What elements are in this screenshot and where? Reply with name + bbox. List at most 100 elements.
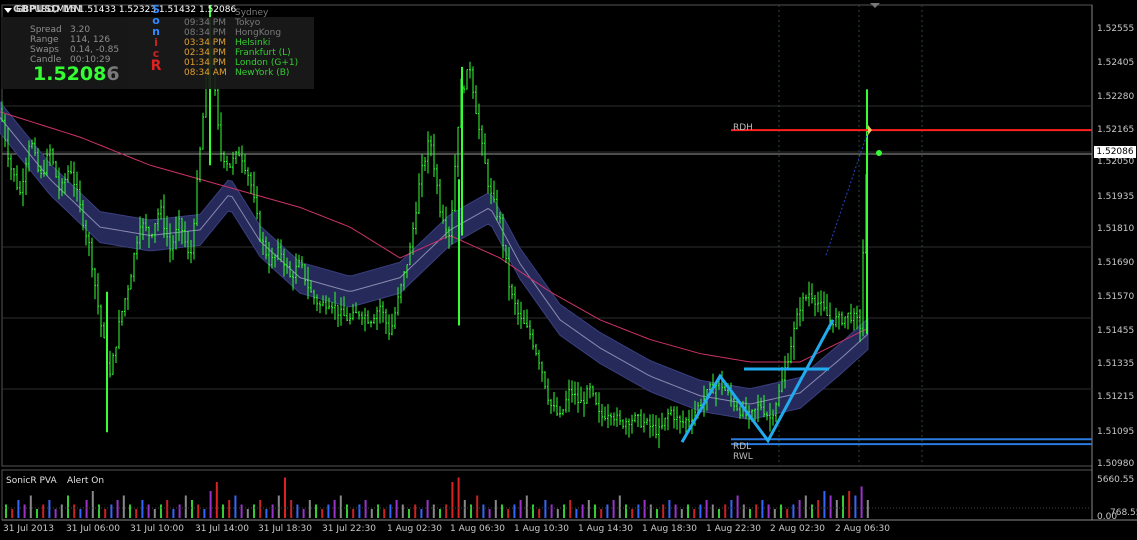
time-tick-label: 31 Jul 22:30	[322, 524, 376, 534]
volume-bar	[166, 500, 169, 518]
big-price-last-digit: 6	[106, 63, 120, 85]
session-name: Frankfurt (L)	[235, 48, 291, 58]
rwl-label: RWL	[733, 452, 753, 462]
volume-bar	[426, 500, 429, 518]
volume-bar	[42, 504, 45, 518]
volume-bar	[848, 491, 851, 518]
volume-bar	[203, 509, 206, 518]
session-name: Helsinki	[235, 38, 271, 48]
menu-arrow-icon[interactable]	[4, 8, 12, 13]
volume-bar	[141, 500, 144, 518]
volume-bar	[389, 504, 392, 518]
volume-bar	[581, 504, 584, 518]
volume-bar	[829, 495, 832, 518]
volume-bar	[749, 509, 751, 518]
volume-bar	[17, 500, 20, 518]
volume-bar	[29, 495, 32, 518]
volume-bar	[191, 500, 193, 518]
volume-bar	[600, 509, 603, 518]
volume-bar	[184, 495, 187, 518]
time-tick-label: 2 Aug 02:30	[770, 524, 825, 534]
volume-bar	[172, 509, 175, 518]
volume-bar	[116, 500, 119, 518]
volume-bar	[5, 504, 7, 518]
price-tick-label: 1.51570	[1097, 292, 1135, 302]
price-tick-label: 1.52280	[1097, 92, 1135, 102]
volume-bar	[736, 495, 739, 518]
volume-bar	[54, 509, 57, 518]
volume-bar	[631, 509, 634, 518]
indicator-name: SonicR PVA	[6, 476, 57, 486]
volume-bar	[575, 509, 578, 518]
volume-bar	[160, 504, 162, 518]
session-time: 09:34 PM	[184, 18, 226, 28]
session-name: HongKong	[235, 28, 282, 38]
session-name: Tokyo	[235, 18, 261, 28]
volume-bar	[780, 504, 782, 518]
volume-bar	[408, 509, 410, 518]
session-name: Sydney	[235, 8, 269, 18]
time-tick-label: 1 Aug 02:30	[387, 524, 442, 534]
volume-bar	[687, 504, 689, 518]
price-tick-label: 1.51455	[1097, 326, 1135, 336]
volume-bar	[866, 500, 869, 518]
volume-bar	[742, 504, 745, 518]
price-tick-label: 1.51690	[1097, 258, 1135, 268]
volume-bar	[556, 509, 559, 518]
volume-bar	[550, 504, 553, 518]
volume-bar	[730, 500, 733, 518]
volume-bar	[501, 504, 503, 518]
range-label: Range	[30, 35, 59, 45]
volume-bar	[79, 509, 82, 518]
volume-bar	[91, 491, 94, 518]
price-tick-label: 1.51935	[1097, 192, 1135, 202]
volume-bar	[693, 509, 696, 518]
range-value: 114, 126	[70, 35, 111, 45]
volume-bar	[277, 495, 280, 518]
volume-bar	[451, 482, 454, 518]
time-tick-label: 31 Jul 10:00	[130, 524, 184, 534]
volume-bar	[36, 509, 38, 518]
swaps-value: 0.14, -0.85	[70, 45, 120, 55]
time-tick-label: 1 Aug 10:30	[514, 524, 569, 534]
volume-bar	[215, 482, 218, 518]
volume-bar	[494, 500, 497, 518]
session-name: London (G+1)	[235, 58, 299, 68]
volume-bar	[488, 509, 491, 518]
volume-bar	[482, 504, 485, 518]
volume-bar	[705, 500, 708, 518]
volume-bar	[587, 500, 590, 518]
volume-bar	[773, 509, 776, 518]
volume-bar	[73, 504, 76, 518]
volume-bar	[370, 509, 373, 518]
big-price-main: 1.5208	[33, 63, 107, 85]
volume-bar	[544, 500, 547, 518]
volume-bar	[445, 504, 448, 518]
volume-bar	[284, 477, 286, 518]
volume-bar	[333, 500, 336, 518]
volume-bar	[352, 509, 355, 518]
volume-bar	[662, 504, 665, 518]
volume-bar	[538, 509, 541, 518]
volume-bar	[817, 500, 820, 518]
target-projection	[825, 131, 869, 256]
volume-bar	[377, 504, 379, 518]
spread-value: 3.20	[70, 25, 91, 35]
price-tick-label: 1.51095	[1097, 427, 1135, 437]
rdh-label: RDH	[733, 123, 753, 133]
volume-bar	[346, 504, 348, 518]
volume-bar	[563, 504, 565, 518]
volume-bar	[649, 504, 652, 518]
volume-bar	[23, 504, 26, 518]
indicator-alert-status: Alert On	[67, 476, 105, 486]
time-tick-label: 1 Aug 18:30	[642, 524, 697, 534]
chart-shift-marker[interactable]	[870, 3, 880, 8]
volume-bar	[246, 509, 249, 518]
volume-bar	[823, 491, 826, 518]
volume-bar	[519, 500, 522, 518]
time-tick-label: 1 Aug 22:30	[706, 524, 761, 534]
volume-bar	[699, 504, 702, 518]
volume-bar	[401, 504, 404, 518]
price-tick-label: 1.51335	[1097, 359, 1135, 369]
spread-label: Spread	[30, 25, 62, 35]
